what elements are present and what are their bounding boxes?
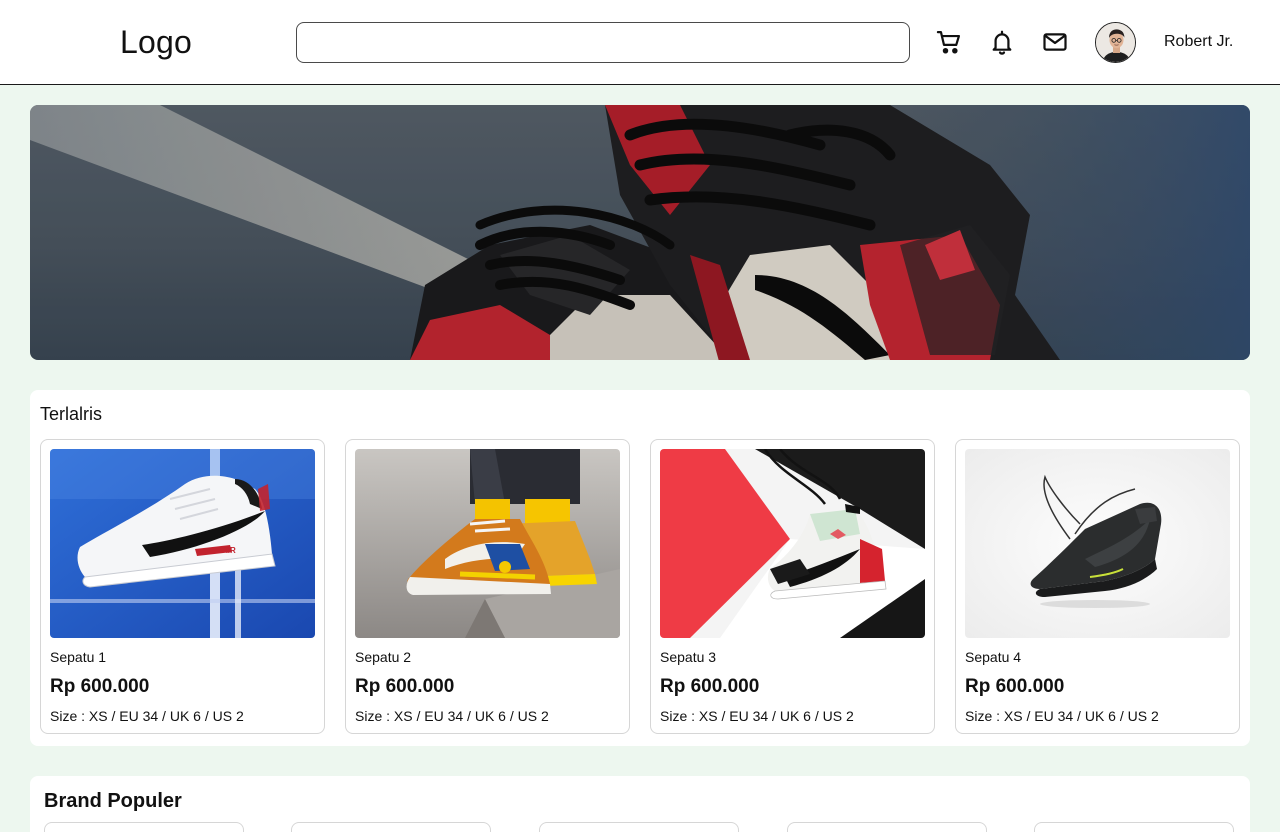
cart-icon[interactable] <box>935 28 963 56</box>
best-seller-section: Terlalris AIR Sepatu 1 Rp 600.000 Size:… <box>30 390 1250 746</box>
product-price: Rp 600.000 <box>660 676 760 697</box>
product-image[interactable]: AIR <box>50 449 315 638</box>
product-size: Size : XS / EU 34 / UK 6 / US 2 <box>965 708 1159 724</box>
brand-card[interactable] <box>1034 822 1234 832</box>
product-card[interactable]: Sepatu 3 Rp 600.000 Size : XS / EU 34 / … <box>650 439 935 734</box>
user-name[interactable]: Robert Jr. <box>1164 33 1233 51</box>
mail-icon[interactable] <box>1041 28 1069 56</box>
product-name: Sepatu 1 <box>50 649 107 665</box>
product-name: Sepatu 2 <box>355 649 412 665</box>
brand-card[interactable] <box>291 822 491 832</box>
product-card[interactable]: Sepatu 4 Rp 600.000 Size : XS / EU 34 / … <box>955 439 1240 734</box>
product-price: Rp 600.000 <box>50 676 150 697</box>
product-size: Size : XS / EU 34 / UK 6 / US 2 <box>50 708 244 724</box>
product-image[interactable] <box>355 449 620 638</box>
product-price: Rp 600.000 <box>355 676 455 697</box>
svg-text:AIR: AIR <box>222 546 236 555</box>
product-name: Sepatu 3 <box>660 649 717 665</box>
brand-card[interactable] <box>44 822 244 832</box>
brand-card[interactable] <box>539 822 739 832</box>
product-price: Rp 600.000 <box>965 676 1065 697</box>
product-card[interactable]: AIR Sepatu 1 Rp 600.000 Size : XS / EU 3… <box>40 439 325 734</box>
product-name: Sepatu 4 <box>965 649 1022 665</box>
logo[interactable]: Logo <box>120 24 192 61</box>
avatar[interactable] <box>1095 22 1136 63</box>
bell-icon[interactable] <box>988 28 1016 56</box>
brand-section: Brand Populer <box>30 776 1250 832</box>
product-size: Size : XS / EU 34 / UK 6 / US 2 <box>355 708 549 724</box>
hero-banner[interactable] <box>30 105 1250 360</box>
search-input[interactable] <box>296 22 910 63</box>
product-image[interactable] <box>660 449 925 638</box>
section-title: Terlalris <box>40 404 103 424</box>
product-card[interactable]: Sepatu 2 Rp 600.000 Size : XS / EU 34 / … <box>345 439 630 734</box>
top-navbar: Logo Robert Jr. <box>0 0 1280 85</box>
brand-card[interactable] <box>787 822 987 832</box>
section-title: Brand Populer <box>44 790 182 812</box>
product-image[interactable] <box>965 449 1230 638</box>
product-size: Size : XS / EU 34 / UK 6 / US 2 <box>660 708 854 724</box>
